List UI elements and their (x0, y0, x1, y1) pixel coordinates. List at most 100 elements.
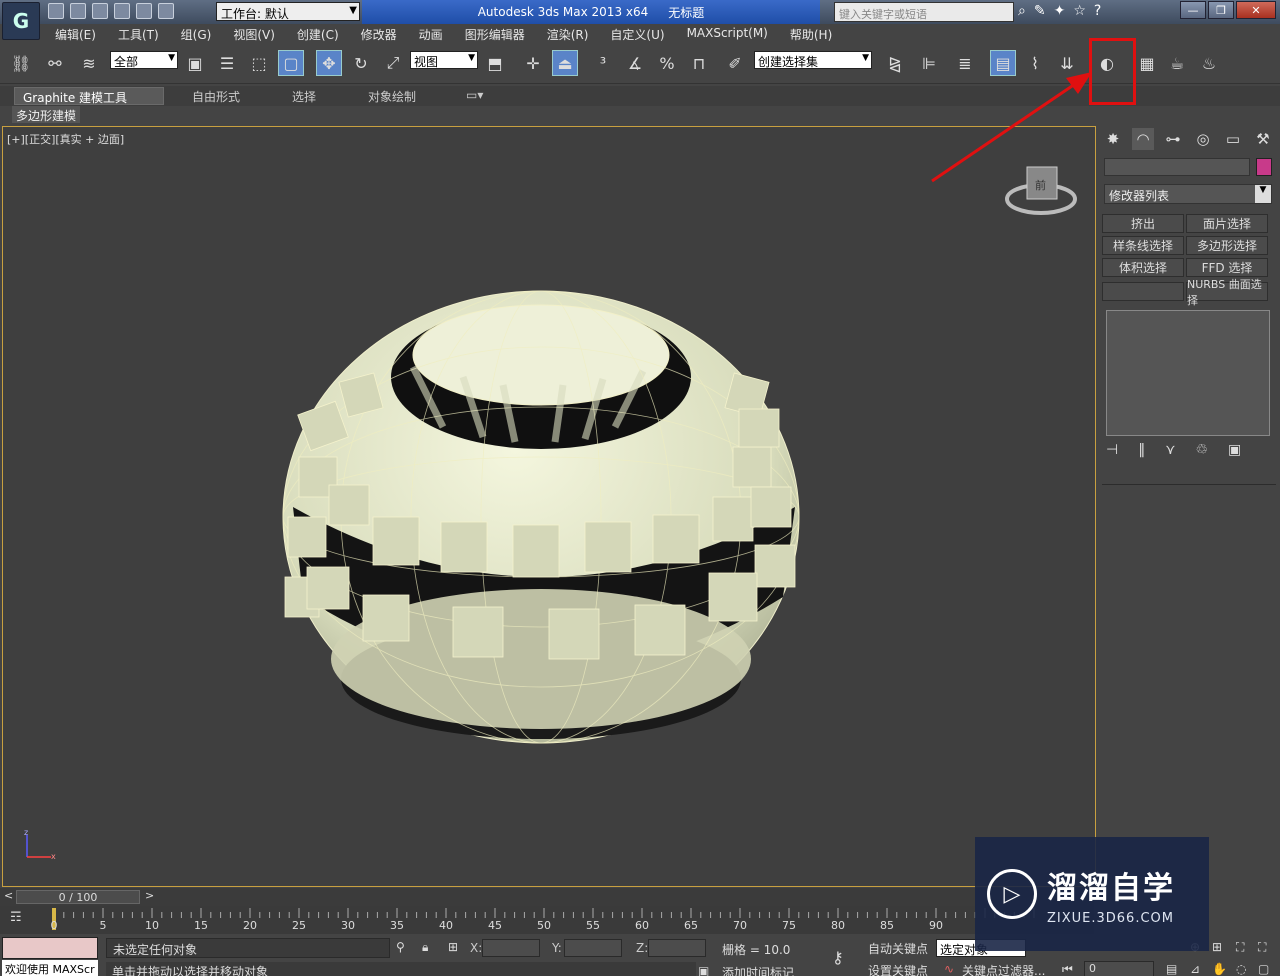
manipulate-icon[interactable]: ✛ (520, 50, 546, 76)
align-icon[interactable]: ⊫ (916, 50, 942, 76)
tab-graphite-modeling[interactable]: Graphite 建模工具 (14, 87, 164, 105)
absolute-mode-icon[interactable]: ⊞ (448, 940, 458, 954)
tab-selection[interactable]: 选择 (284, 87, 324, 105)
modifier-list-dropdown[interactable]: 修改器列表 ▼ (1104, 184, 1272, 204)
zoom-extents-icon[interactable]: ⛶ (1236, 940, 1244, 955)
pin-stack-icon[interactable]: ⊣ (1106, 442, 1118, 458)
snaps-toggle-icon[interactable]: ³ (590, 50, 616, 76)
ribbon-options-icon[interactable]: ▭▾ (458, 87, 491, 105)
named-selection-dropdown[interactable]: 创建选择集 ▼ (754, 51, 872, 69)
reference-coord-dropdown[interactable]: 视图 ▼ (410, 51, 478, 69)
isolate-selection-icon[interactable]: ⚲ (396, 940, 405, 954)
track-bar[interactable]: ☶ 0 5 10 15 20 25 30 35 40 45 50 55 60 65 70 75 80 85 90 (0, 906, 1094, 934)
spline-select-button[interactable]: 样条线选择 (1102, 236, 1184, 255)
spinner-snap-icon[interactable]: ⊓ (686, 50, 712, 76)
time-config-icon[interactable]: ▤ (1166, 962, 1177, 976)
rendered-frame-window-icon[interactable]: ☕ (1164, 50, 1190, 76)
pivot-point-icon[interactable]: ⬒ (482, 50, 508, 76)
app-logo-button[interactable]: G (2, 2, 40, 40)
x-coord-field[interactable] (482, 939, 540, 957)
maxscript-welcome[interactable]: 欢迎使用 MAXScr (2, 960, 98, 976)
tab-freeform[interactable]: 自由形式 (184, 87, 248, 105)
tab-object-paint[interactable]: 对象绘制 (360, 87, 424, 105)
select-object-icon[interactable]: ▣ (182, 50, 208, 76)
hierarchy-tab-icon[interactable]: ⊶ (1162, 128, 1184, 150)
ffd-select-button[interactable]: FFD 选择 (1186, 258, 1268, 277)
menu-edit[interactable]: 编辑(E) (44, 24, 107, 44)
workspace-dropdown[interactable]: 工作台: 默认 ▼ (216, 2, 360, 21)
menu-animation[interactable]: 动画 (408, 24, 454, 44)
modifier-stack[interactable] (1106, 310, 1270, 436)
save-file-icon[interactable] (92, 3, 108, 19)
layer-manager-icon[interactable]: ≣ (952, 50, 978, 76)
z-coord-field[interactable] (648, 939, 706, 957)
current-frame-field[interactable]: 0 (1084, 961, 1154, 976)
select-and-rotate-icon[interactable]: ↻ (348, 50, 374, 76)
patch-select-button[interactable]: 面片选择 (1186, 214, 1268, 233)
y-coord-field[interactable] (564, 939, 622, 957)
search-input[interactable]: 键入关键字或短语 (834, 2, 1014, 22)
create-tab-icon[interactable]: ✸ (1102, 128, 1124, 150)
extrude-button[interactable]: 挤出 (1102, 214, 1184, 233)
unlink-icon[interactable]: ⚯ (42, 50, 68, 76)
edit-named-selection-icon[interactable]: ✐ (722, 50, 748, 76)
empty-modifier-button[interactable] (1102, 282, 1184, 301)
poly-select-button[interactable]: 多边形选择 (1186, 236, 1268, 255)
angle-snap-icon[interactable]: ∡ (622, 50, 648, 76)
display-tab-icon[interactable]: ▭ (1222, 128, 1244, 150)
nurbs-surface-select-button[interactable]: NURBS 曲面选择 (1186, 278, 1268, 307)
open-file-icon[interactable] (70, 3, 86, 19)
select-and-scale-icon[interactable]: ⤢ (380, 50, 406, 76)
select-and-move-icon[interactable]: ✥ (316, 50, 342, 76)
add-time-tag[interactable]: 添加时间标记 (722, 964, 794, 976)
modify-tab-icon[interactable]: ◠ (1132, 128, 1154, 150)
project-folder-icon[interactable] (158, 3, 174, 19)
redo-icon[interactable] (136, 3, 152, 19)
orbit-icon[interactable]: ◌ (1236, 962, 1246, 976)
next-frame-icon[interactable]: > (145, 889, 154, 902)
maximize-button[interactable]: ❐ (1208, 1, 1234, 19)
make-unique-icon[interactable]: ⋎ (1165, 442, 1175, 458)
binoculars-icon[interactable]: ⌕ (1018, 3, 1026, 19)
menu-create[interactable]: 创建(C) (286, 24, 350, 44)
object-color-swatch[interactable] (1256, 158, 1272, 176)
menu-customize[interactable]: 自定义(U) (599, 24, 675, 44)
maximize-viewport-icon[interactable]: ▢ (1258, 962, 1269, 976)
rect-selection-region-icon[interactable]: ⬚ (246, 50, 272, 76)
set-key-button[interactable]: 设置关键点 (868, 962, 928, 976)
window-crossing-icon[interactable]: ▢ (278, 50, 304, 76)
motion-tab-icon[interactable]: ◎ (1192, 128, 1214, 150)
maxscript-listener-mini[interactable] (2, 937, 98, 959)
help-icon[interactable]: ? (1094, 3, 1101, 19)
time-slider[interactable]: < 0 / 100 > (0, 888, 1094, 906)
polygon-modeling-panel[interactable]: 多边形建模 (12, 106, 80, 123)
menu-rendering[interactable]: 渲染(R) (536, 24, 600, 44)
show-end-result-icon[interactable]: ‖ (1138, 442, 1145, 458)
viewcube[interactable]: 前 (1005, 166, 1077, 215)
utilities-tab-icon[interactable]: ⚒ (1252, 128, 1274, 150)
selection-lock-icon[interactable]: 🔒︎ (422, 940, 428, 955)
prev-frame-icon[interactable]: < (4, 889, 13, 902)
favorites-star-icon[interactable]: ☆ (1073, 3, 1086, 19)
close-button[interactable]: ✕ (1236, 1, 1276, 19)
time-tag-icon[interactable]: ▣ (698, 964, 709, 976)
time-slider-thumb[interactable]: 0 / 100 (16, 890, 140, 904)
menu-tools[interactable]: 工具(T) (107, 24, 170, 44)
graphite-toggle-icon[interactable]: ▤ (990, 50, 1016, 76)
auto-key-button[interactable]: 自动关键点 (868, 940, 928, 957)
key-filters-button[interactable]: 关键点过滤器... (962, 962, 1045, 976)
render-production-icon[interactable]: ♨ (1196, 50, 1222, 76)
render-setup-icon[interactable]: ▦ (1134, 50, 1160, 76)
zoom-all-icon[interactable]: ⊞ (1212, 940, 1222, 954)
undo-icon[interactable] (114, 3, 130, 19)
field-of-view-icon[interactable]: ⊿ (1190, 962, 1200, 976)
volume-select-button[interactable]: 体积选择 (1102, 258, 1184, 277)
link-icon[interactable]: ⛓ (8, 50, 34, 76)
subscription-icon[interactable]: ✦ (1054, 3, 1066, 19)
new-file-icon[interactable] (48, 3, 64, 19)
menu-help[interactable]: 帮助(H) (779, 24, 843, 44)
keyboard-shortcut-override-icon[interactable]: ⏏ (552, 50, 578, 76)
key-icon[interactable]: ⚷ (832, 948, 844, 967)
select-by-name-icon[interactable]: ☰ (214, 50, 240, 76)
object-name-field[interactable] (1104, 158, 1250, 176)
